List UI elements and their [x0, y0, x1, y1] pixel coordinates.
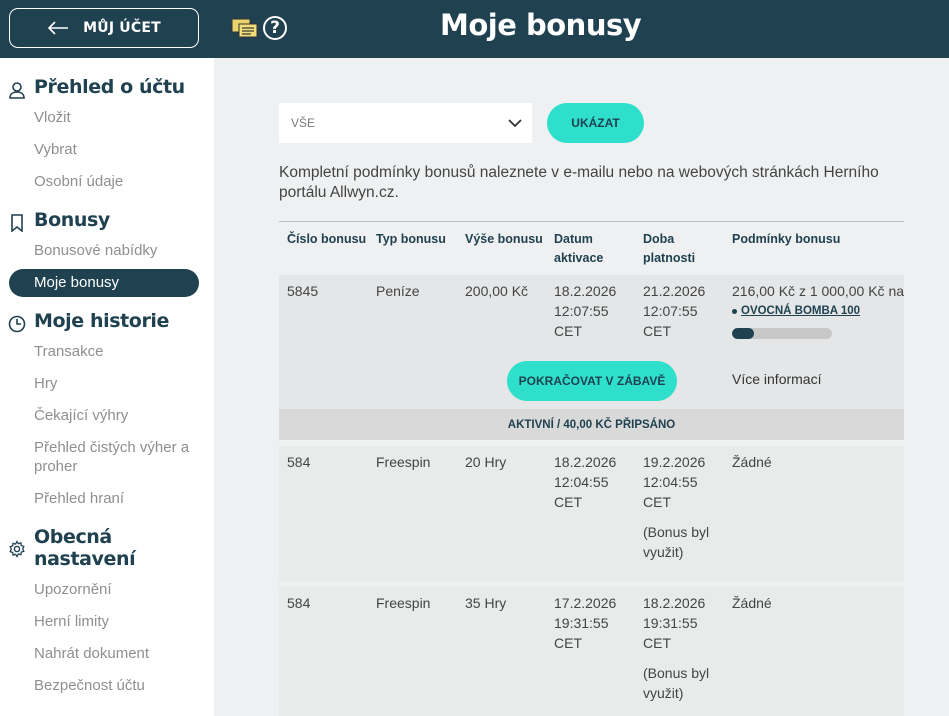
bonus-type: Freespin: [376, 595, 431, 611]
bookmark-icon: [11, 214, 23, 232]
col-header-bonus-type: Typ bonusu: [376, 232, 446, 246]
wagering-progress-bar: [732, 328, 832, 339]
table-row: 5845 Peníze 200,00 Kč 18.2.2026 12:07:55…: [279, 275, 904, 440]
validity-date-day: 19.2.2026: [643, 454, 706, 470]
activation-date-time: 12:07:55: [554, 303, 609, 319]
my-account-label: MŮJ ÚČET: [83, 20, 161, 36]
sidebar-item-account-security[interactable]: Bezpečnost účtu: [34, 676, 145, 695]
activation-date-day: 18.2.2026: [554, 454, 617, 470]
validity-date-day: 21.2.2026: [643, 283, 706, 299]
validity-date-time: 12:04:55: [643, 474, 698, 490]
section-general-settings: Obecná nastavení: [8, 526, 184, 570]
bonus-filter-select[interactable]: VŠE: [279, 103, 532, 143]
col-header-activation-date: Datum aktivace: [554, 232, 604, 265]
validity-date: 21.2.2026 12:07:55 CET: [643, 281, 705, 341]
bonus-filter-value: VŠE: [291, 116, 316, 130]
activation-date-time: 19:31:55: [554, 615, 609, 631]
section-title: Obecná nastavení: [34, 526, 136, 570]
bonus-terms-info: Kompletní podmínky bonusů naleznete v e-…: [279, 164, 879, 201]
bonus-amount: 35 Hry: [465, 595, 507, 611]
bonus-type: Freespin: [376, 454, 431, 470]
validity-note: (Bonus byl: [643, 524, 710, 540]
bullet-icon: [732, 308, 737, 314]
show-button[interactable]: UKÁZAT: [547, 103, 644, 143]
bonus-number: 584: [287, 454, 311, 470]
sidebar-item-deposit[interactable]: Vložit: [34, 108, 71, 127]
activation-date-time: 12:04:55: [554, 474, 609, 490]
help-icon[interactable]: ?: [263, 16, 287, 40]
top-header: MŮJ ÚČET ? Moje bonusy: [0, 0, 949, 58]
sidebar-item-game-limits[interactable]: Herní limity: [34, 612, 109, 631]
validity-date-tz: CET: [643, 494, 671, 510]
bonus-number: 584: [287, 595, 311, 611]
bonus-amount: 20 Hry: [465, 454, 507, 470]
sidebar-item-withdraw[interactable]: Vybrat: [34, 140, 77, 159]
validity-date: 18.2.2026 19:31:55 CET (Bonus byl využit…: [643, 593, 709, 703]
section-account-overview: Přehled o účtu: [8, 76, 185, 99]
activation-date-tz: CET: [554, 635, 582, 651]
validity-date: 19.2.2026 12:04:55 CET (Bonus byl využit…: [643, 452, 709, 562]
divider: [279, 221, 904, 222]
bonus-amount: 200,00 Kč: [465, 283, 529, 299]
section-title: Moje historie: [34, 310, 170, 332]
validity-note: využit): [643, 685, 684, 701]
col-header-bonus-number: Číslo bonusu: [287, 232, 367, 246]
sidebar-item-play-overview[interactable]: Přehled hraní: [34, 489, 124, 508]
activation-date: 18.2.2026 12:07:55 CET: [554, 281, 616, 341]
activation-date: 17.2.2026 19:31:55 CET: [554, 593, 616, 653]
section-bonuses: Bonusy: [8, 209, 110, 232]
activation-date-tz: CET: [554, 323, 582, 339]
section-title: Bonusy: [34, 209, 110, 231]
my-account-button[interactable]: MŮJ ÚČET: [9, 8, 199, 48]
game-link-label: OVOCNÁ BOMBA 100: [741, 305, 861, 317]
activation-date: 18.2.2026 12:04:55 CET: [554, 452, 616, 512]
bonus-number: 5845: [287, 283, 319, 299]
validity-note: využit): [643, 544, 684, 560]
user-icon: [9, 82, 25, 99]
validity-date-time: 19:31:55: [643, 615, 698, 631]
validity-note: (Bonus byl: [643, 665, 710, 681]
bonus-conditions: Žádné: [732, 454, 772, 470]
validity-date-tz: CET: [643, 323, 671, 339]
validity-date-tz: CET: [643, 635, 671, 651]
sidebar-item-upload-document[interactable]: Nahrát dokument: [34, 644, 149, 663]
arrow-left-icon: [47, 21, 69, 35]
bonus-conditions: 216,00 Kč z 1 000,00 Kč na: [732, 283, 905, 299]
sidebar-item-pending-wins[interactable]: Čekající výhry: [34, 406, 128, 425]
table-row: 584 Freespin 35 Hry 17.2.2026 19:31:55 C…: [279, 587, 904, 716]
sidebar-item-bonus-offers[interactable]: Bonusové nabídky: [34, 241, 157, 260]
col-header-conditions: Podmínky bonusu: [732, 232, 841, 246]
activation-date-day: 18.2.2026: [554, 283, 617, 299]
sidebar-item-net-wins[interactable]: Přehled čistých výher a proher: [34, 438, 194, 476]
section-title: Přehled o účtu: [34, 76, 185, 98]
bonus-status-text: AKTIVNÍ / 40,00 KČ PŘIPSÁNO: [507, 418, 676, 431]
sidebar-item-notifications[interactable]: Upozornění: [34, 580, 112, 599]
validity-date-day: 18.2.2026: [643, 595, 706, 611]
sidebar-item-my-bonuses[interactable]: Moje bonusy: [9, 269, 199, 297]
gear-icon: [9, 540, 25, 558]
chevron-down-icon: [508, 118, 522, 127]
game-link[interactable]: OVOCNÁ BOMBA 100: [732, 305, 860, 317]
more-info-link[interactable]: Více informací: [732, 371, 821, 387]
page-title: Moje bonusy: [440, 8, 642, 42]
main-content: VŠE UKÁZAT Kompletní podmínky bonusů nal…: [214, 58, 949, 716]
activation-date-tz: CET: [554, 494, 582, 510]
continue-playing-button[interactable]: POKRAČOVAT V ZÁBAVĚ: [507, 361, 677, 401]
col-header-validity: Doba platnosti: [643, 232, 696, 265]
table-row: 584 Freespin 20 Hry 18.2.2026 12:04:55 C…: [279, 446, 904, 581]
clock-icon: [8, 315, 26, 333]
bonus-type: Peníze: [376, 283, 420, 299]
section-my-history: Moje historie: [8, 310, 169, 333]
validity-date-time: 12:07:55: [643, 303, 698, 319]
sidebar-item-transactions[interactable]: Transakce: [34, 342, 103, 361]
col-header-bonus-amount: Výše bonusu: [465, 232, 543, 246]
sidebar: Přehled o účtu Vložit Vybrat Osobní údaj…: [0, 58, 214, 716]
bonus-status-bar: AKTIVNÍ / 40,00 KČ PŘIPSÁNO: [279, 409, 904, 440]
wagering-progress-fill: [732, 328, 754, 339]
chat-icon[interactable]: [231, 18, 259, 40]
sidebar-item-personal-info[interactable]: Osobní údaje: [34, 172, 123, 191]
sidebar-item-games[interactable]: Hry: [34, 374, 57, 393]
bonus-conditions: Žádné: [732, 595, 772, 611]
activation-date-day: 17.2.2026: [554, 595, 617, 611]
